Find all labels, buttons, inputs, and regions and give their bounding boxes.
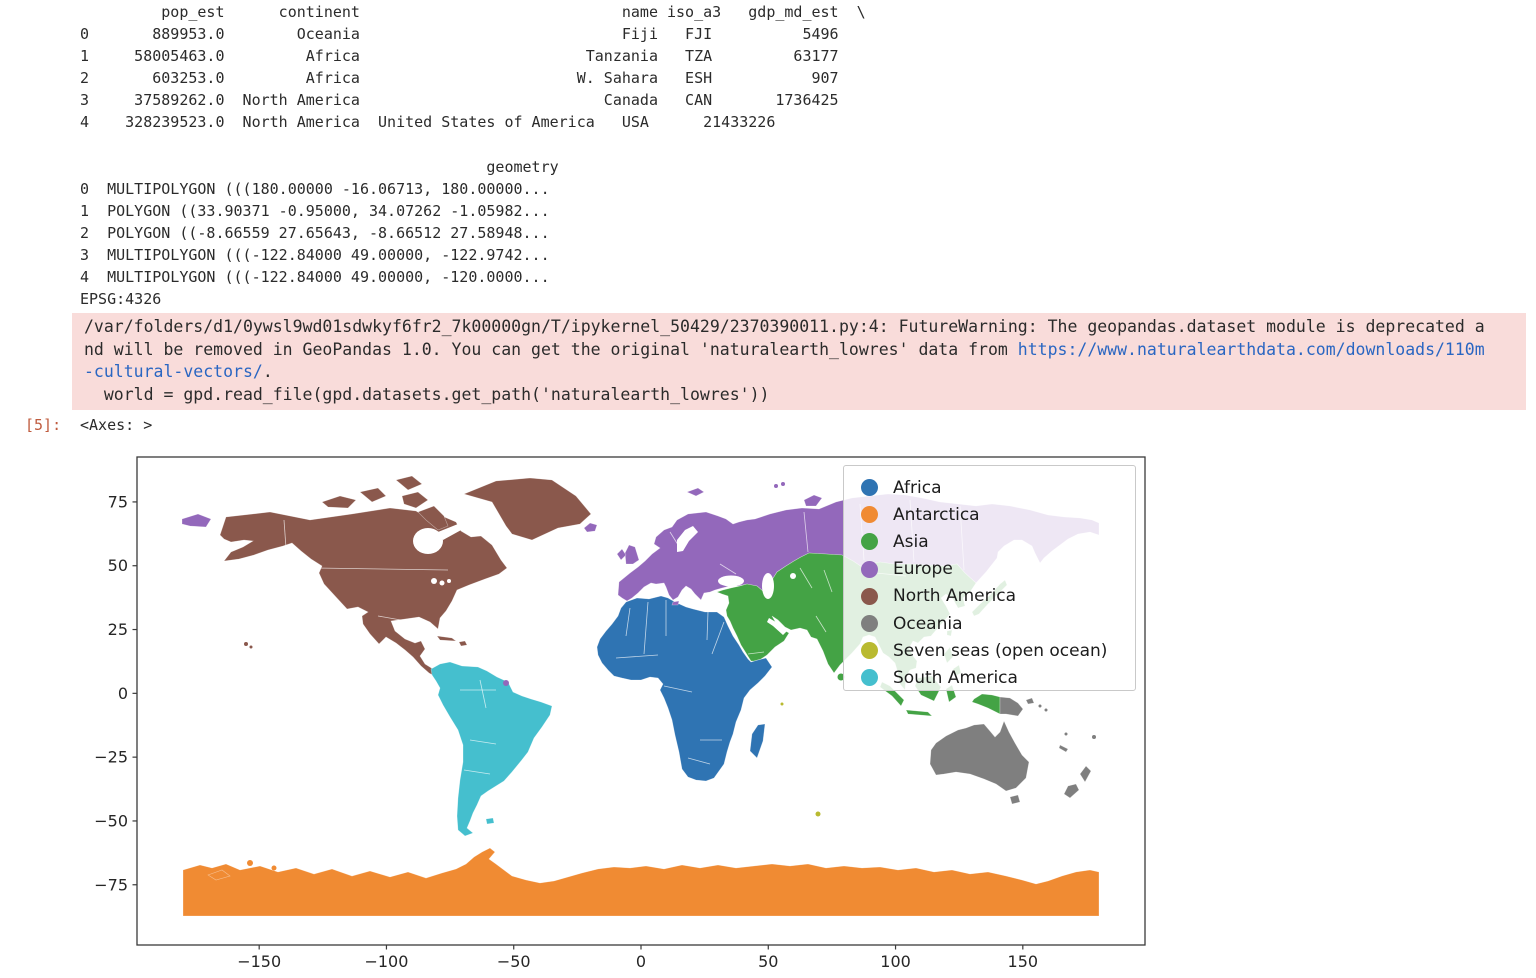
legend-label: Europe <box>893 559 953 579</box>
kerguelen <box>816 812 821 817</box>
axes-repr-text: <Axes: > <box>80 414 152 436</box>
y-tick-label: −25 <box>94 748 128 767</box>
caspian-sea <box>762 573 774 599</box>
legend-marker-icon <box>861 561 878 578</box>
hawaii-1 <box>244 642 248 646</box>
aral-sea <box>790 573 796 579</box>
x-tick-label: 0 <box>636 952 646 971</box>
antarctica-island-2 <box>247 860 253 866</box>
legend-label: Africa <box>893 478 942 498</box>
legend-label: North America <box>893 586 1016 606</box>
legend-label: Oceania <box>893 614 963 634</box>
x-tick-label: 50 <box>758 952 778 971</box>
black-sea <box>718 576 744 587</box>
warning-line-4: world = gpd.read_file(gpd.datasets.get_p… <box>84 384 1526 407</box>
great-lakes-1 <box>431 578 437 584</box>
legend-marker-icon <box>861 669 878 686</box>
franz-josef-1 <box>774 484 778 488</box>
legend-item: Asia <box>861 528 1135 555</box>
future-warning-banner: /var/folders/d1/0ywsl9wd01sdwkyf6fr2_7k0… <box>72 313 1526 410</box>
seychelles <box>781 703 784 706</box>
x-tick-label: 100 <box>880 952 911 971</box>
legend-item: Oceania <box>861 610 1135 637</box>
great-lakes-2 <box>440 581 445 586</box>
dataframe-head-output: pop_est continent name iso_a3 gdp_md_est… <box>80 1 866 133</box>
out-prompt: [5]: <box>25 414 61 436</box>
matplotlib-figure: −150 −100 −50 0 50 100 150 75 50 25 0 −25 −50 −75 Afr… <box>60 440 1160 978</box>
y-tick-label: −50 <box>94 811 128 830</box>
hawaii-2 <box>250 646 253 649</box>
x-tick-label: −150 <box>237 952 281 971</box>
legend-marker-icon <box>861 588 878 605</box>
x-tick-label: −50 <box>497 952 531 971</box>
great-lakes-3 <box>447 579 451 583</box>
tasmania <box>1010 795 1020 804</box>
y-tick-label: −75 <box>94 875 128 894</box>
legend-marker-icon <box>861 615 878 632</box>
legend-item: Europe <box>861 556 1135 583</box>
y-tick-label: 25 <box>108 620 128 639</box>
french-guiana <box>503 680 509 686</box>
legend-label: Seven seas (open ocean) <box>893 641 1107 661</box>
solomon-2 <box>1045 709 1048 712</box>
legend-marker-icon <box>861 533 878 550</box>
x-tick-label: 150 <box>1008 952 1039 971</box>
geometry-column-output: geometry 0 MULTIPOLYGON (((180.00000 -16… <box>80 156 559 310</box>
naturalearth-link[interactable]: https://www.naturalearthdata.com/downloa… <box>1018 340 1485 359</box>
vanuatu <box>1065 733 1068 736</box>
x-tick-label: −100 <box>364 952 408 971</box>
y-tick-label: 0 <box>118 684 128 703</box>
fiji-islands <box>1092 735 1096 739</box>
legend-item: North America <box>861 583 1135 610</box>
legend-marker-icon <box>861 506 878 523</box>
legend-item: Antarctica <box>861 501 1135 528</box>
legend-item: South America <box>861 664 1135 691</box>
naturalearth-link-continued[interactable]: -cultural-vectors/ <box>84 362 263 381</box>
legend-item: Africa <box>861 474 1135 501</box>
antarctica-island-3 <box>272 866 277 871</box>
warning-line-1: /var/folders/d1/0ywsl9wd01sdwkyf6fr2_7k0… <box>84 316 1526 339</box>
legend-marker-icon <box>861 479 878 496</box>
map-legend: Africa Antarctica Asia Europe North America O… <box>843 465 1136 691</box>
legend-label: Asia <box>893 532 929 552</box>
legend-item: Seven seas (open ocean) <box>861 637 1135 664</box>
legend-marker-icon <box>861 642 878 659</box>
franz-josef-2 <box>781 482 785 486</box>
warning-line-2: nd will be removed in GeoPandas 1.0. You… <box>84 339 1526 362</box>
y-tick-label: 50 <box>108 556 128 575</box>
solomon-1 <box>1039 705 1042 708</box>
y-tick-label: 75 <box>108 492 128 511</box>
legend-label: Antarctica <box>893 505 980 525</box>
warning-line-3: -cultural-vectors/. <box>84 361 1526 384</box>
legend-label: South America <box>893 668 1018 688</box>
falkland-islands <box>486 818 494 824</box>
